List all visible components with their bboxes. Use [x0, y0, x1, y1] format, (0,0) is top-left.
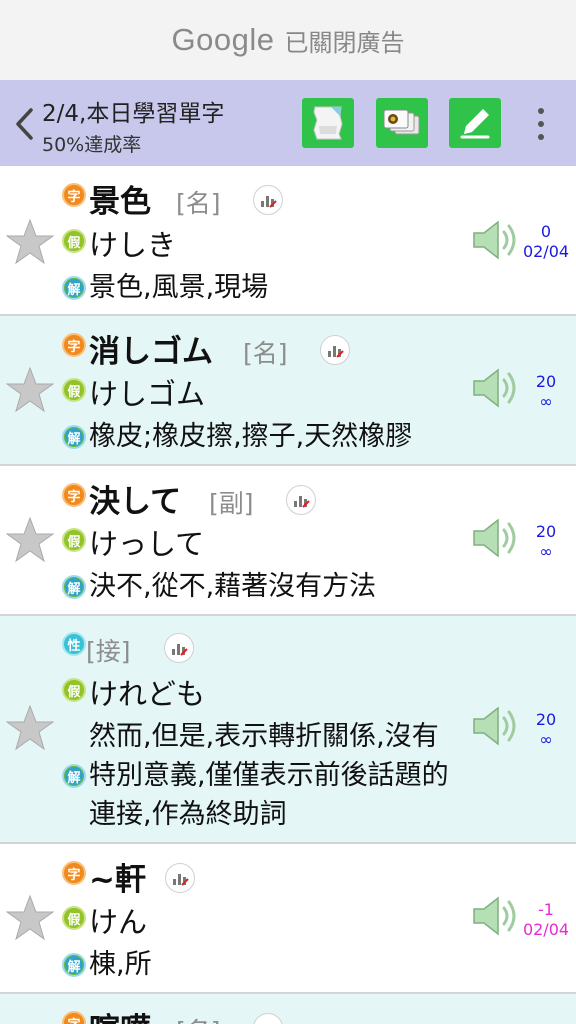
- speaker-icon[interactable]: [470, 366, 520, 410]
- meaning-badge: 解: [62, 425, 86, 449]
- word-badge: 字: [62, 861, 86, 885]
- stats-button[interactable]: [165, 863, 195, 893]
- more-dot: [538, 108, 544, 114]
- review-count: 20: [535, 372, 557, 391]
- speaker-icon[interactable]: [470, 894, 520, 938]
- reading-badge: 假: [62, 229, 86, 253]
- pos-badge: 性: [62, 632, 86, 656]
- review-date: 02/04: [522, 920, 570, 939]
- chevron-left-icon: [16, 108, 33, 140]
- edit-button[interactable]: [449, 98, 501, 148]
- more-options-button[interactable]: [526, 104, 556, 144]
- entry-reading: けしゴム: [89, 377, 206, 411]
- meaning-badge: 解: [62, 953, 86, 977]
- entry-word: 景色: [89, 184, 151, 220]
- entry-meaning-line: 然而,但是,表示轉折關係,沒有: [89, 721, 439, 752]
- ad-banner: Google 已關閉廣告: [0, 0, 576, 80]
- review-count: 20: [535, 710, 557, 729]
- reading-badge: 假: [62, 906, 86, 930]
- word-badge: 字: [62, 183, 86, 207]
- google-logo: Google: [171, 22, 275, 57]
- more-dot: [538, 134, 544, 140]
- entry-reading: けっして: [89, 527, 205, 561]
- app-toolbar: 2/4,本日學習單字 50%達成率: [0, 80, 576, 166]
- entry-meaning: 景色,風景,現場: [89, 272, 269, 303]
- speaker-icon[interactable]: [470, 516, 520, 560]
- star-icon[interactable]: [6, 516, 54, 564]
- pencil-icon: [460, 109, 490, 139]
- reading-badge: 假: [62, 678, 86, 702]
- review-date: 02/04: [522, 242, 570, 261]
- entry-reading: けしき: [89, 228, 177, 262]
- entry-meaning: 棟,所: [89, 949, 152, 980]
- entry-meaning-line: 連接,作為終助詞: [89, 799, 287, 830]
- stats-button[interactable]: [320, 335, 350, 365]
- word-badge: 字: [62, 333, 86, 357]
- flashcards-button[interactable]: [376, 98, 428, 148]
- reading-badge: 假: [62, 528, 86, 552]
- vocab-entry[interactable]: 字 消しゴム [名] 假 けしゴム 解 橡皮;橡皮擦,擦子,天然橡膠 20 ∞: [0, 316, 576, 466]
- star-icon[interactable]: [6, 894, 54, 942]
- entry-word: 決して: [89, 484, 182, 520]
- entry-meaning-line: 特別意義,僅僅表示前後話題的: [89, 760, 449, 791]
- meaning-badge: 解: [62, 276, 86, 300]
- part-of-speech: [名]: [176, 1012, 221, 1024]
- part-of-speech: [接]: [86, 637, 131, 666]
- entry-meaning: 決不,從不,藉著沒有方法: [89, 571, 377, 602]
- review-date: ∞: [539, 392, 553, 411]
- speaker-icon[interactable]: [470, 704, 520, 748]
- torn-paper-icon: [313, 106, 343, 140]
- star-icon[interactable]: [6, 704, 54, 752]
- review-count: 20: [535, 522, 557, 541]
- speaker-icon[interactable]: [470, 218, 520, 262]
- star-icon[interactable]: [6, 366, 54, 414]
- entry-meaning: 橡皮;橡皮擦,擦子,天然橡膠: [89, 421, 413, 452]
- part-of-speech: [名]: [243, 339, 288, 368]
- bar-chart-icon: [328, 346, 344, 358]
- entry-reading: けれども: [89, 677, 206, 711]
- reading-badge: 假: [62, 378, 86, 402]
- vocab-entry[interactable]: 字 喧嘩 [名]: [0, 994, 576, 1024]
- bar-chart-icon: [261, 196, 277, 208]
- word-badge: 字: [62, 1011, 86, 1024]
- entry-reading: けん: [89, 905, 148, 939]
- review-count: 0: [540, 222, 552, 241]
- review-date: ∞: [539, 542, 553, 561]
- star-icon[interactable]: [6, 218, 54, 266]
- bar-chart-icon: [259, 1020, 277, 1024]
- vocab-entry[interactable]: 字 決して [副] 假 けっして 解 決不,從不,藉著沒有方法 20 ∞: [0, 466, 576, 616]
- vocab-entry[interactable]: 字 景色 [名] 假 けしき 解 景色,風景,現場 0 02/04: [0, 166, 576, 316]
- stats-button[interactable]: [253, 1013, 283, 1024]
- page-title: 2/4,本日學習單字: [42, 101, 225, 127]
- back-button[interactable]: [8, 102, 40, 146]
- vocab-entry[interactable]: 字 ~軒 假 けん 解 棟,所 -1 02/04: [0, 844, 576, 994]
- stats-button[interactable]: [286, 485, 316, 515]
- entry-word: 消しゴム: [89, 334, 213, 370]
- part-of-speech: [名]: [176, 189, 221, 218]
- part-of-speech: [副]: [209, 489, 254, 518]
- flashcards-icon: [383, 109, 420, 135]
- paper-list-button[interactable]: [302, 98, 354, 148]
- entry-word: ~軒: [89, 862, 146, 898]
- ad-closed-text: 已關閉廣告: [284, 28, 405, 57]
- more-dot: [538, 121, 544, 127]
- review-date: ∞: [539, 730, 553, 749]
- word-badge: 字: [62, 483, 86, 507]
- completion-rate: 50%達成率: [42, 134, 142, 156]
- meaning-badge: 解: [62, 575, 86, 599]
- meaning-badge: 解: [62, 764, 86, 788]
- bar-chart-icon: [294, 496, 310, 508]
- stats-button[interactable]: [164, 633, 194, 663]
- vocab-entry[interactable]: 性 [接] 假 けれども 解 然而,但是,表示轉折關係,沒有 特別意義,僅僅表示…: [0, 616, 576, 844]
- review-count: -1: [538, 900, 554, 919]
- stats-button[interactable]: [253, 185, 283, 215]
- bar-chart-icon: [172, 644, 188, 656]
- entry-word: 喧嘩: [89, 1004, 151, 1024]
- bar-chart-icon: [173, 874, 189, 886]
